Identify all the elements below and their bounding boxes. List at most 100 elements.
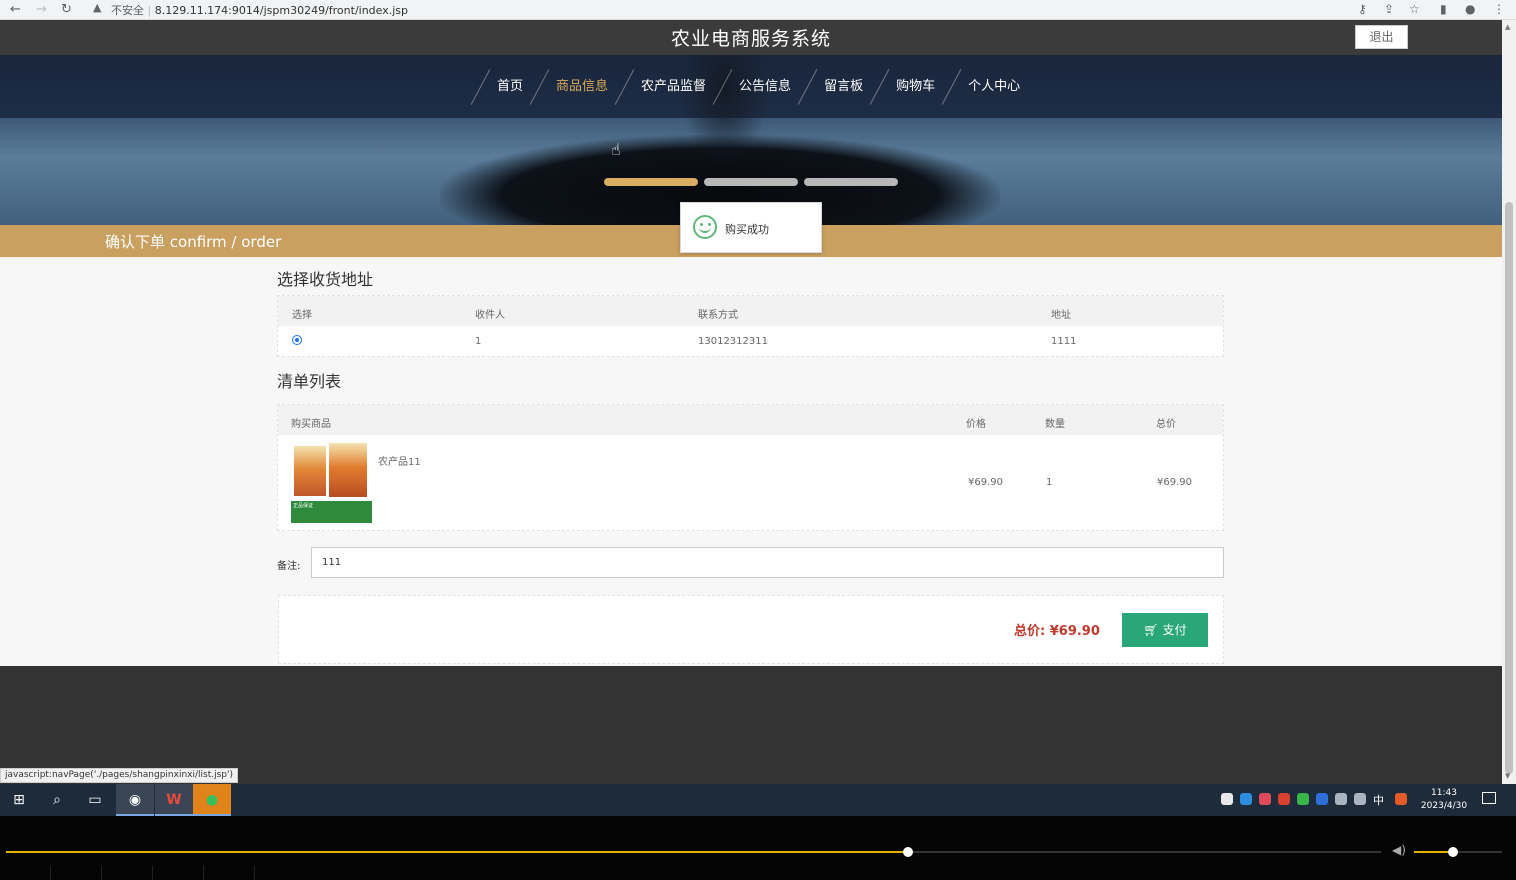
profile-icon[interactable]: ● [1465, 2, 1475, 16]
menu-icon[interactable]: ⋮ [1493, 2, 1505, 16]
chrome-icon[interactable]: ◉ [116, 784, 154, 816]
pay-button[interactable]: 🛒︎ 支付 [1122, 613, 1208, 647]
toast-message: 购买成功 [725, 223, 769, 236]
scroll-down-icon[interactable]: ▼ [1505, 772, 1510, 780]
col-product: 购买商品 [291, 419, 331, 430]
banner-tree [680, 55, 770, 165]
tray-app-icon[interactable] [1259, 793, 1271, 805]
top-bar: 农业电商服务系统 退出 [0, 20, 1502, 55]
control-divider [254, 866, 255, 880]
nav-products[interactable]: 商品信息 [540, 73, 624, 103]
control-divider [203, 866, 204, 880]
phone-cell: 13012312311 [698, 336, 768, 347]
nav-cart[interactable]: 购物车 [880, 73, 951, 103]
table-header: 购买商品 价格 数量 总价 [278, 405, 1223, 435]
speaker-icon[interactable]: ◀) [1392, 843, 1406, 857]
payment-summary: 总价: ¥69.90 🛒︎ 支付 [278, 595, 1224, 664]
control-divider [50, 866, 51, 880]
security-label: 不安全 [111, 4, 144, 17]
sidebar-icon[interactable]: ▮ [1440, 2, 1447, 16]
tray-app-icon[interactable] [1221, 793, 1233, 805]
order-section-title: 清单列表 [277, 372, 342, 391]
tray-shield-icon[interactable] [1316, 793, 1328, 805]
carousel-dot[interactable] [604, 178, 698, 186]
col-recipient: 收件人 [475, 310, 505, 321]
total-cell: ¥69.90 [1157, 477, 1192, 488]
remark-label: 备注: [277, 561, 301, 572]
smile-icon [693, 215, 717, 239]
key-icon[interactable]: ⚷ [1358, 2, 1367, 16]
reload-icon[interactable]: ↻ [61, 2, 72, 17]
scroll-up-icon[interactable]: ▲ [1505, 23, 1510, 31]
web-page: 农业电商服务系统 退出 首页 商品信息 农产品监督 公告信息 留言板 购物车 个… [0, 20, 1502, 784]
cart-icon: 🛒︎ [1143, 623, 1163, 637]
col-address: 地址 [1051, 310, 1071, 321]
page-scrollbar[interactable]: ▲ ▼ [1502, 20, 1516, 784]
site-title: 农业电商服务系统 [670, 28, 831, 50]
tray-sogou-icon[interactable] [1395, 793, 1407, 805]
order-table: 购买商品 价格 数量 总价 正品保证 农产品11 ¥69.90 1 ¥69.90 [277, 404, 1224, 531]
logout-button[interactable]: 退出 [1355, 25, 1408, 49]
back-icon[interactable]: ← [10, 2, 21, 17]
control-divider [101, 866, 102, 880]
nav-message-board[interactable]: 留言板 [808, 73, 879, 103]
col-phone: 联系方式 [698, 310, 738, 321]
nav-personal-center[interactable]: 个人中心 [952, 73, 1036, 103]
volume-handle[interactable] [1448, 847, 1458, 857]
browser-status-bar: javascript:navPage('./pages/shangpinxinx… [0, 768, 238, 783]
wps-icon[interactable]: W [155, 784, 193, 816]
table-header: 选择 收件人 联系方式 地址 [278, 296, 1223, 326]
product-image: 正品保证 [291, 443, 372, 523]
tray-qq-icon[interactable] [1278, 793, 1290, 805]
quantity-cell: 1 [1046, 477, 1053, 488]
pay-button-label: 支付 [1162, 623, 1187, 637]
breadcrumb: 确认下单 confirm / order [105, 233, 282, 251]
nav-home[interactable]: 首页 [481, 73, 539, 103]
browser-toolbar: ← → ↻ ▲ 不安全 | 8.129.11.174:9014/jspm3024… [0, 0, 1516, 20]
seek-progress [6, 851, 908, 853]
price-cell: ¥69.90 [968, 477, 1003, 488]
product-name[interactable]: 农产品11 [378, 453, 421, 468]
col-total: 总价 [1156, 419, 1176, 430]
tray-cloud-icon[interactable] [1240, 793, 1252, 805]
carousel-dot[interactable] [704, 178, 798, 186]
volume-icon[interactable] [1354, 793, 1366, 805]
forward-icon[interactable]: → [36, 2, 47, 17]
col-select: 选择 [292, 310, 312, 321]
address-bar[interactable]: 不安全 | 8.129.11.174:9014/jspm30249/front/… [111, 2, 408, 18]
url-text: 8.129.11.174:9014/jspm30249/front/index.… [154, 4, 409, 17]
windows-taskbar: ⊞ ⌕ ▭ ◉ W ● 中 11:43 2023/4/30 [0, 784, 1516, 816]
address-radio[interactable] [292, 335, 302, 345]
nav-supervision[interactable]: 农产品监督 [625, 73, 722, 103]
product-image-label: 正品保证 [291, 501, 372, 523]
control-divider [152, 866, 153, 880]
mouse-cursor-icon: ☝ [611, 140, 621, 159]
remark-input[interactable]: 111 [311, 547, 1224, 578]
address-table: 选择 收件人 联系方式 地址 1 13012312311 1111 [277, 295, 1224, 357]
recipient-cell: 1 [475, 336, 482, 347]
carousel-indicators [604, 178, 898, 186]
seek-handle[interactable] [903, 847, 913, 857]
product-pack [294, 446, 326, 496]
order-total: 总价: ¥69.90 [1014, 624, 1100, 639]
tray-wechat-icon[interactable] [1297, 793, 1309, 805]
clock-date: 2023/4/30 [1420, 801, 1468, 811]
main-nav: 首页 商品信息 农产品监督 公告信息 留言板 购物车 个人中心 [470, 69, 1036, 105]
notification-icon[interactable] [1482, 792, 1496, 804]
col-quantity: 数量 [1045, 419, 1065, 430]
video-player-controls: ◀) [0, 816, 1516, 880]
wechat-icon[interactable]: ● [193, 784, 231, 816]
share-icon[interactable]: ⇪ [1384, 2, 1394, 16]
ime-indicator[interactable]: 中 [1373, 792, 1384, 808]
scrollbar-thumb[interactable] [1505, 202, 1513, 774]
col-price: 价格 [966, 419, 986, 430]
carousel-dot[interactable] [804, 178, 898, 186]
nav-notices[interactable]: 公告信息 [723, 73, 807, 103]
taskbar-clock[interactable]: 11:43 2023/4/30 [1418, 787, 1470, 813]
search-icon[interactable]: ⌕ [38, 784, 76, 816]
network-icon[interactable] [1335, 793, 1347, 805]
task-view-icon[interactable]: ▭ [76, 784, 114, 816]
warning-icon[interactable]: ▲ [93, 1, 101, 14]
bookmark-star-icon[interactable]: ☆ [1409, 2, 1420, 16]
windows-start-icon[interactable]: ⊞ [0, 784, 38, 816]
